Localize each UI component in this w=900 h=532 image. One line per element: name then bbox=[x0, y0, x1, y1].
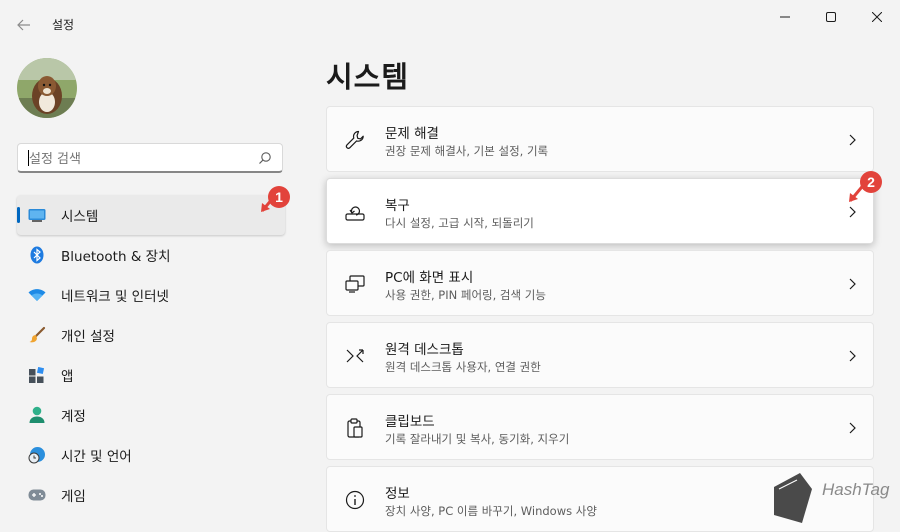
wrench-icon bbox=[345, 130, 364, 149]
remote-desktop-icon bbox=[346, 349, 364, 363]
sidebar-item-accounts[interactable]: 계정 bbox=[17, 395, 285, 435]
gamepad-icon bbox=[28, 486, 46, 504]
card-subtitle: 사용 권한, PIN 페어링, 검색 기능 bbox=[385, 288, 546, 302]
wifi-icon bbox=[28, 286, 46, 304]
sidebar-item-bluetooth[interactable]: Bluetooth & 장치 bbox=[17, 235, 285, 275]
sidebar-item-label: 개인 설정 bbox=[61, 329, 115, 345]
minimize-icon bbox=[780, 16, 790, 18]
sidebar-item-apps[interactable]: 앱 bbox=[17, 355, 285, 395]
card-remote-desktop[interactable]: 원격 데스크톱 원격 데스크톱 사용자, 연결 권한 bbox=[326, 322, 874, 388]
user-photo bbox=[17, 58, 77, 118]
sidebar-item-gaming[interactable]: 게임 bbox=[17, 475, 285, 515]
chevron-right-icon bbox=[849, 422, 856, 434]
avatar[interactable] bbox=[17, 58, 77, 118]
chevron-right-icon bbox=[849, 350, 856, 362]
card-projecting[interactable]: PC에 화면 표시 사용 권한, PIN 페어링, 검색 기능 bbox=[326, 250, 874, 316]
card-title: PC에 화면 표시 bbox=[385, 270, 474, 286]
page-title: 시스템 bbox=[326, 60, 410, 94]
sidebar-item-label: 네트워크 및 인터넷 bbox=[61, 289, 169, 305]
sidebar-item-label: 앱 bbox=[61, 369, 74, 385]
sidebar-item-label: 계정 bbox=[61, 409, 86, 425]
chevron-right-icon bbox=[849, 206, 856, 218]
sidebar-item-label: 시스템 bbox=[61, 209, 99, 225]
maximize-button[interactable] bbox=[808, 0, 854, 34]
card-title: 클립보드 bbox=[385, 414, 435, 430]
bluetooth-icon bbox=[28, 246, 46, 264]
close-button[interactable] bbox=[854, 0, 900, 34]
annotation-badge-1: 1 bbox=[268, 186, 290, 208]
card-title: 문제 해결 bbox=[385, 126, 439, 142]
search-box[interactable] bbox=[17, 143, 283, 173]
card-subtitle: 원격 데스크톱 사용자, 연결 권한 bbox=[385, 360, 541, 374]
watermark-text: HashTag bbox=[822, 480, 890, 499]
recovery-icon bbox=[345, 206, 365, 221]
sidebar-item-network[interactable]: 네트워크 및 인터넷 bbox=[17, 275, 285, 315]
card-subtitle: 장치 사양, PC 이름 바꾸기, Windows 사양 bbox=[385, 504, 597, 518]
sidebar-item-personalization[interactable]: 개인 설정 bbox=[17, 315, 285, 355]
chevron-right-icon bbox=[849, 278, 856, 290]
card-subtitle: 다시 설정, 고급 시작, 되돌리기 bbox=[385, 216, 534, 230]
text-caret bbox=[28, 150, 29, 166]
card-subtitle: 권장 문제 해결사, 기본 설정, 기록 bbox=[385, 144, 549, 158]
card-recovery[interactable]: 복구 다시 설정, 고급 시작, 되돌리기 bbox=[326, 178, 874, 244]
chevron-right-icon bbox=[849, 134, 856, 146]
clipboard-icon bbox=[347, 418, 363, 438]
person-icon bbox=[28, 406, 46, 424]
monitor-icon bbox=[28, 206, 46, 224]
card-clipboard[interactable]: 클립보드 기록 잘라내기 및 복사, 동기화, 지우기 bbox=[326, 394, 874, 460]
card-troubleshoot[interactable]: 문제 해결 권장 문제 해결사, 기본 설정, 기록 bbox=[326, 106, 874, 172]
info-icon bbox=[345, 490, 365, 510]
sidebar-nav: 시스템 Bluetooth & 장치 네트워크 및 인터넷 개인 설정 앱 계정 bbox=[17, 195, 285, 515]
card-title: 원격 데스크톱 bbox=[385, 342, 464, 358]
sidebar-item-time-language[interactable]: 시간 및 언어 bbox=[17, 435, 285, 475]
annotation-badge-2: 2 bbox=[860, 171, 882, 193]
app-title: 설정 bbox=[52, 18, 75, 32]
minimize-button[interactable] bbox=[762, 0, 808, 34]
sidebar-item-label: 게임 bbox=[61, 489, 86, 505]
project-screen-icon bbox=[345, 275, 365, 293]
back-button[interactable] bbox=[10, 12, 38, 38]
title-bar: 설정 bbox=[0, 0, 900, 48]
globe-clock-icon bbox=[28, 446, 46, 464]
apps-icon bbox=[28, 366, 46, 384]
selection-indicator bbox=[17, 207, 20, 223]
sidebar-item-label: Bluetooth & 장치 bbox=[61, 249, 171, 265]
card-subtitle: 기록 잘라내기 및 복사, 동기화, 지우기 bbox=[385, 432, 570, 446]
search-icon[interactable] bbox=[258, 151, 272, 165]
card-title: 복구 bbox=[385, 198, 410, 214]
card-title: 정보 bbox=[385, 486, 410, 502]
search-input[interactable] bbox=[27, 148, 251, 170]
sidebar-item-system[interactable]: 시스템 bbox=[17, 195, 285, 235]
back-arrow-icon bbox=[17, 19, 30, 31]
close-icon bbox=[872, 12, 882, 22]
sidebar-item-label: 시간 및 언어 bbox=[61, 449, 132, 465]
maximize-icon bbox=[826, 12, 836, 22]
paintbrush-icon bbox=[28, 326, 46, 344]
